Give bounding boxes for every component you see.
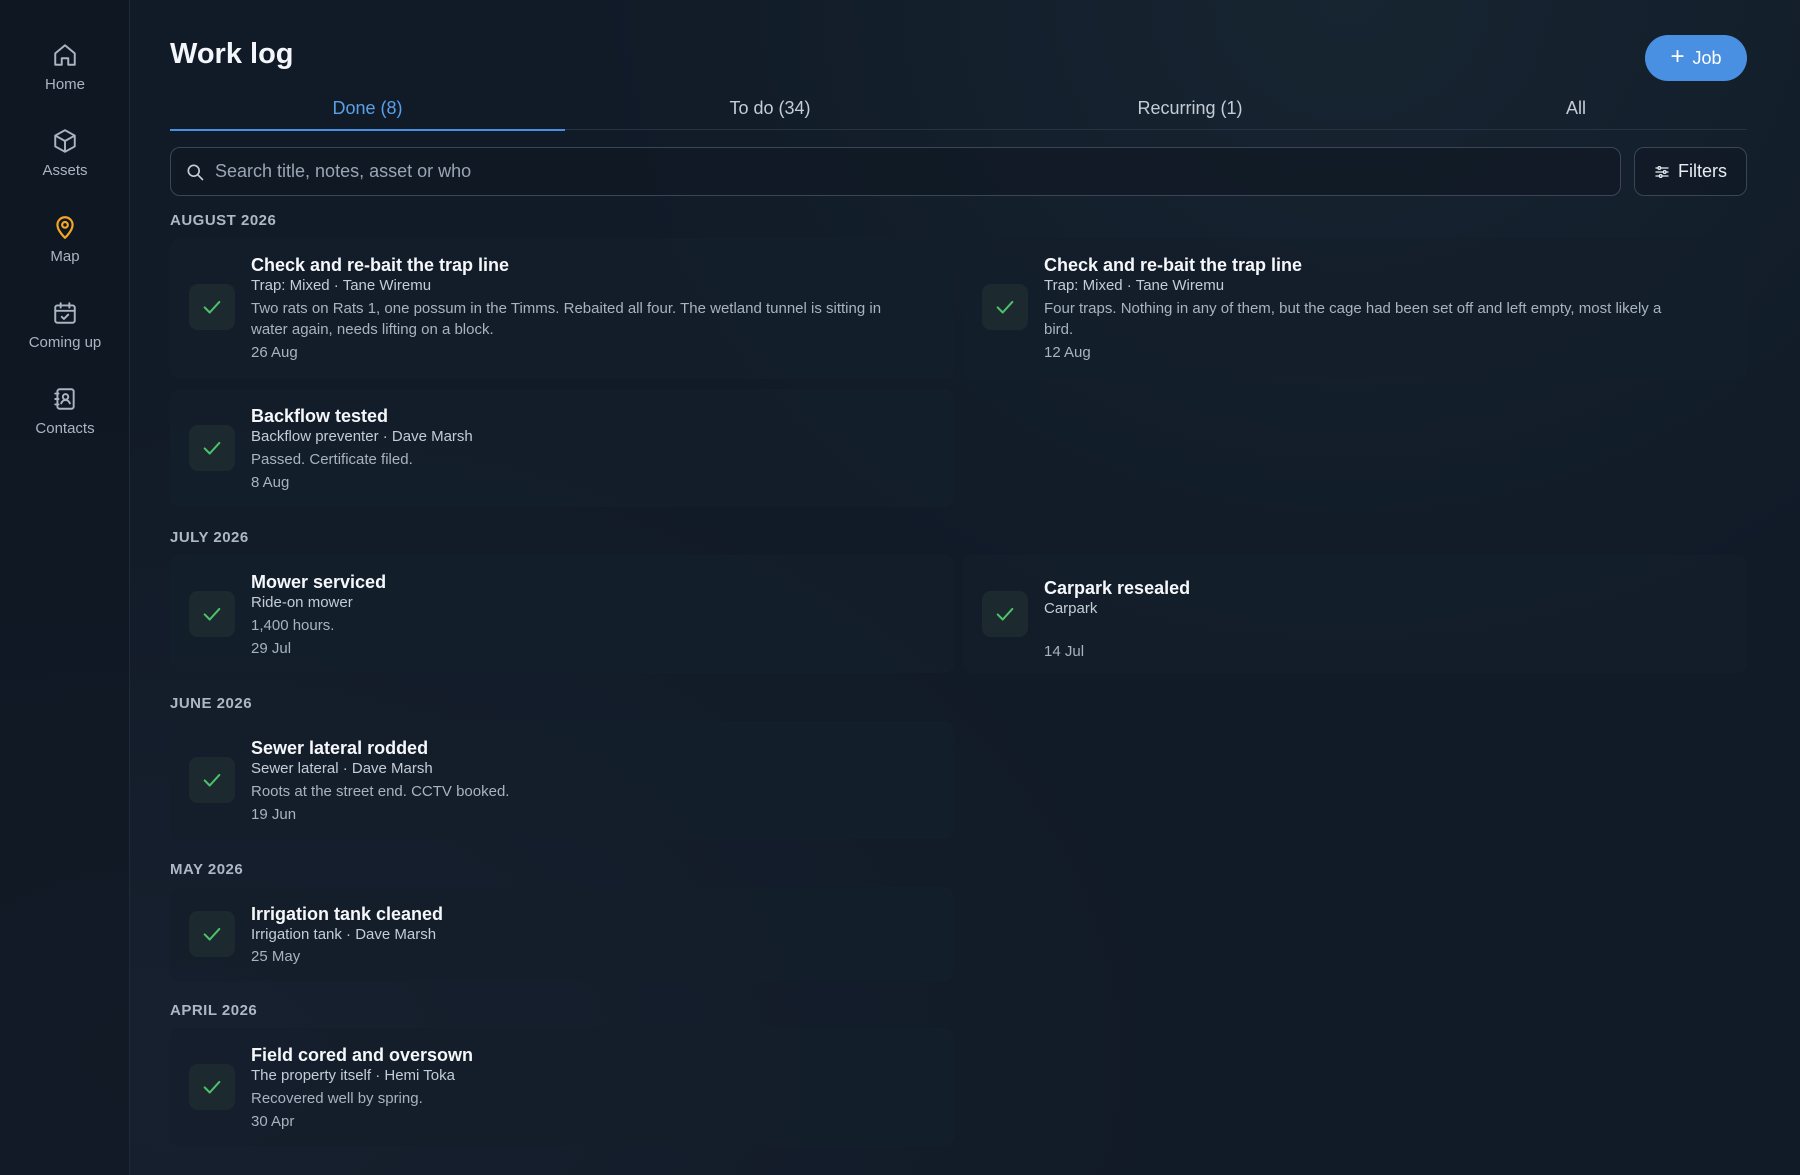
- entry-note-line: bird.: [1044, 321, 1074, 338]
- tab-to-do[interactable]: To do (34): [565, 86, 975, 130]
- entry-meta: Backflow preventer · Dave Marsh: [251, 428, 473, 445]
- map-pin-icon: [50, 212, 80, 242]
- check-icon: [189, 1064, 235, 1110]
- entry-note-line: water again, needs lifting on a block.: [251, 321, 494, 338]
- section-label-august-2026: AUGUST 2026: [170, 212, 277, 229]
- entry-title: Backflow tested: [251, 406, 389, 426]
- entry-title: Irrigation tank cleaned: [251, 904, 444, 924]
- sidebar-item-coming-up[interactable]: Coming up: [0, 298, 130, 384]
- section-label-april-2026: APRIL 2026: [170, 1002, 258, 1019]
- entry-meta: Ride-on mower: [251, 594, 353, 611]
- entry-note: Two rats on Rats 1, one possum in the Ti…: [251, 298, 934, 340]
- tab-done[interactable]: Done (8): [170, 86, 565, 131]
- calendar-check-icon: [50, 298, 80, 328]
- sidebar-item-contacts[interactable]: Contacts: [0, 384, 130, 470]
- entry-title: Sewer lateral rodded: [251, 738, 429, 758]
- section-label-june-2026: JUNE 2026: [170, 695, 253, 712]
- home-icon: [50, 40, 80, 70]
- check-icon: [189, 757, 235, 803]
- log-entry-card[interactable]: Irrigation tank cleaned Irrigation tank …: [170, 887, 954, 981]
- check-icon: [982, 284, 1028, 330]
- check-icon: [189, 425, 235, 471]
- tab-recurring[interactable]: Recurring (1): [975, 86, 1405, 130]
- filters-button-label: Filters: [1678, 161, 1727, 181]
- log-entry-card[interactable]: Check and re-bait the trap line Trap: Mi…: [170, 238, 954, 379]
- entry-title: Check and re-bait the trap line: [251, 255, 510, 275]
- tab-all[interactable]: All: [1405, 86, 1747, 130]
- entry-date: 8 Aug: [251, 474, 290, 491]
- check-icon: [189, 591, 235, 637]
- entry-note: Roots at the street end. CCTV booked.: [251, 783, 510, 800]
- sidebar-item-home[interactable]: Home: [0, 40, 130, 126]
- entry-date: 19 Jun: [251, 806, 297, 823]
- entry-date: 12 Aug: [1044, 344, 1091, 361]
- entry-note: 1,400 hours.: [251, 617, 335, 634]
- entry-date: 14 Jul: [1044, 643, 1085, 660]
- sidebar-item-label: Assets: [42, 162, 88, 179]
- page-title: Work log: [170, 38, 294, 70]
- entry-meta: Sewer lateral · Dave Marsh: [251, 760, 433, 777]
- log-entry-card[interactable]: Mower serviced Ride-on mower 1,400 hours…: [170, 555, 954, 673]
- sidebar-item-label: Map: [50, 248, 80, 265]
- entry-title: Field cored and oversown: [251, 1045, 474, 1065]
- entry-meta: Irrigation tank · Dave Marsh: [251, 926, 437, 943]
- section-label-may-2026: MAY 2026: [170, 861, 244, 878]
- cube-icon: [50, 126, 80, 156]
- entry-date: 26 Aug: [251, 344, 298, 361]
- entry-note-line: Four traps. Nothing in any of them, but …: [1044, 300, 1662, 317]
- search-box: [170, 147, 1621, 196]
- entry-note-line: Two rats on Rats 1, one possum in the Ti…: [251, 300, 882, 317]
- entry-note: Recovered well by spring.: [251, 1090, 423, 1107]
- entry-meta: Trap: Mixed · Tane Wiremu: [1044, 277, 1225, 294]
- log-entry-card[interactable]: Sewer lateral rodded Sewer lateral · Dav…: [170, 721, 954, 839]
- sidebar-item-label: Contacts: [35, 420, 95, 437]
- search-icon: [187, 164, 204, 180]
- check-icon: [189, 284, 235, 330]
- sidebar-item-label: Coming up: [28, 334, 102, 351]
- entry-date: 30 Apr: [251, 1113, 295, 1130]
- entry-title: Check and re-bait the trap line: [1044, 255, 1303, 275]
- check-icon: [189, 911, 235, 957]
- entry-note: Passed. Certificate filed.: [251, 451, 413, 468]
- plus-icon: +: [1670, 43, 1685, 70]
- add-job-button-label: Job: [1692, 47, 1722, 68]
- log-entry-card[interactable]: Check and re-bait the trap line Trap: Mi…: [963, 238, 1747, 379]
- sliders-icon: [1655, 165, 1669, 178]
- log-entry-card[interactable]: Backflow tested Backflow preventer · Dav…: [170, 389, 954, 507]
- entry-note-empty: [1044, 618, 1727, 639]
- log-entry-card[interactable]: Carpark resealed Carpark 14 Jul: [963, 555, 1747, 673]
- section-label-july-2026: JULY 2026: [170, 529, 249, 546]
- filters-button[interactable]: Filters: [1634, 147, 1747, 196]
- entry-meta: The property itself · Hemi Toka: [251, 1067, 455, 1084]
- entry-title: Mower serviced: [251, 572, 387, 592]
- check-icon: [982, 591, 1028, 637]
- entry-meta: Trap: Mixed · Tane Wiremu: [251, 277, 432, 294]
- contacts-book-icon: [50, 384, 80, 414]
- entry-note: Four traps. Nothing in any of them, but …: [1044, 298, 1727, 340]
- entry-date: 29 Jul: [251, 640, 292, 657]
- search-input[interactable]: [215, 161, 1620, 182]
- add-job-button[interactable]: + Job: [1645, 35, 1747, 81]
- tab-bar: Done (8) To do (34) Recurring (1) All: [170, 86, 1747, 131]
- sidebar-item-label: Home: [44, 76, 85, 93]
- entry-meta: Carpark: [1044, 600, 1098, 617]
- entry-title: Carpark resealed: [1044, 578, 1191, 598]
- sidebar-item-assets[interactable]: Assets: [0, 126, 130, 212]
- sidebar: Home Assets Map Coming up Contacts: [0, 0, 130, 1175]
- sidebar-item-map[interactable]: Map: [0, 212, 130, 298]
- entry-date: 25 May: [251, 948, 301, 965]
- log-entry-card[interactable]: Field cored and oversown The property it…: [170, 1028, 954, 1146]
